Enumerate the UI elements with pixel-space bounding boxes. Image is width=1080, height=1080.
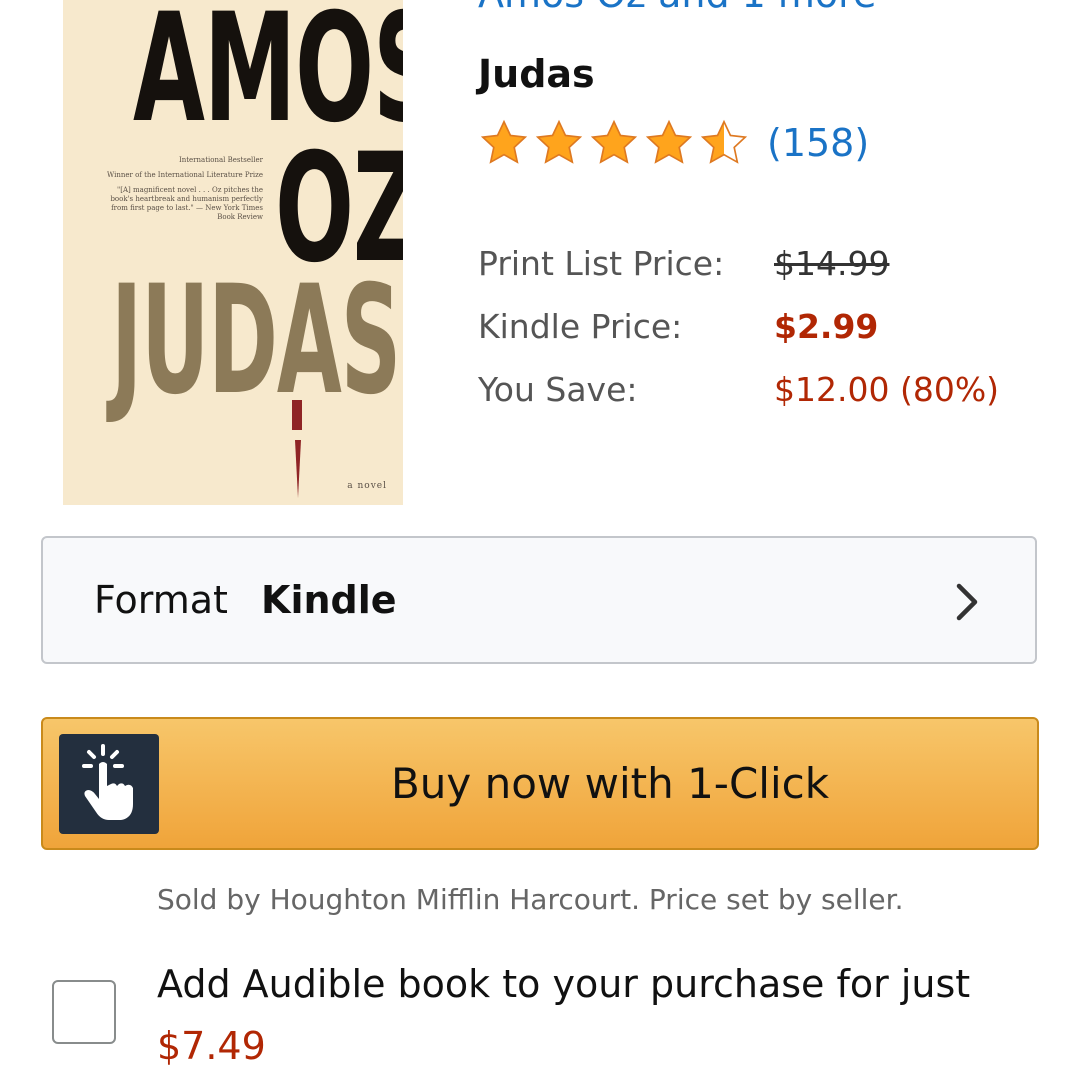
format-selector[interactable]: Format Kindle bbox=[41, 536, 1037, 664]
kindle-price-value: $2.99 bbox=[774, 307, 879, 346]
audible-checkbox[interactable] bbox=[52, 980, 116, 1044]
you-save-label: You Save: bbox=[478, 370, 638, 409]
format-label: Format bbox=[94, 578, 228, 622]
book-cover-image[interactable]: AMOS OZ International Bestseller Winner … bbox=[63, 0, 403, 505]
you-save-row: You Save: $12.00 (80%) bbox=[478, 370, 999, 409]
rating-count-link[interactable]: (158) bbox=[767, 121, 869, 165]
star-full-icon bbox=[645, 119, 693, 164]
seller-info: Sold by Houghton Mifflin Harcourt. Price… bbox=[157, 883, 904, 916]
product-page: AMOS OZ International Bestseller Winner … bbox=[0, 0, 1080, 1080]
author-link[interactable]: Amos Oz and 1 more bbox=[478, 0, 876, 16]
audible-price: $7.49 bbox=[157, 1024, 266, 1068]
cover-blurb-bestseller: International Bestseller bbox=[178, 156, 263, 164]
you-save-value: $12.00 (80%) bbox=[774, 370, 1000, 409]
star-half-icon bbox=[700, 119, 748, 164]
chevron-right-icon bbox=[956, 583, 978, 621]
one-click-hand-icon bbox=[59, 734, 159, 834]
print-list-price-row: Print List Price: $14.99 bbox=[478, 244, 889, 283]
cover-blurb-prize: Winner of the International Literature P… bbox=[107, 171, 263, 180]
rating-stars bbox=[478, 118, 753, 168]
cover-blood-drip bbox=[292, 400, 302, 430]
buy-now-label: Buy now with 1-Click bbox=[390, 759, 830, 808]
star-full-icon bbox=[590, 119, 638, 164]
format-value: Kindle bbox=[261, 578, 397, 622]
cover-title: JUDAS bbox=[111, 254, 401, 428]
buy-now-one-click-button[interactable]: Buy now with 1-Click bbox=[41, 717, 1039, 850]
print-list-price-label: Print List Price: bbox=[478, 244, 725, 283]
print-list-price-value: $14.99 bbox=[774, 244, 890, 283]
rating-row[interactable]: (158) bbox=[478, 118, 869, 168]
kindle-price-row: Kindle Price: $2.99 bbox=[478, 307, 878, 346]
cover-blurb-review: "[A] magnificent novel . . . Oz pitches … bbox=[110, 186, 263, 222]
audible-offer-text[interactable]: Add Audible book to your purchase for ju… bbox=[157, 962, 970, 1006]
star-full-icon bbox=[480, 119, 528, 164]
product-title: Judas bbox=[478, 52, 595, 96]
cover-blood-drip-tail bbox=[295, 440, 301, 498]
star-full-icon bbox=[535, 119, 583, 164]
kindle-price-label: Kindle Price: bbox=[478, 307, 683, 346]
cover-subtitle: a novel bbox=[347, 481, 387, 491]
cover-blurb: International Bestseller Winner of the I… bbox=[93, 156, 263, 229]
